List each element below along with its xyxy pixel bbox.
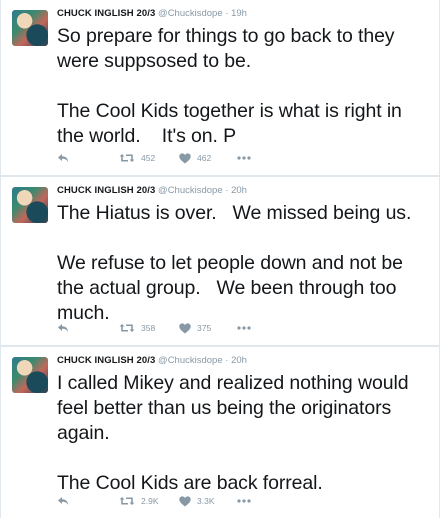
retweet-button[interactable]: 452 (119, 151, 155, 165)
timestamp[interactable]: 19h (231, 8, 247, 19)
more-button[interactable] (237, 321, 251, 335)
retweet-button[interactable]: 2.9K (119, 494, 159, 508)
timestamp[interactable]: 20h (231, 185, 247, 196)
more-dots-icon (237, 156, 251, 160)
more-dots-icon (237, 326, 251, 330)
retweet-count: 2.9K (141, 496, 159, 506)
tweet-text: So prepare for things to go back to they… (57, 25, 402, 147)
like-button[interactable]: 462 (179, 151, 211, 165)
tweet-header: CHUCK INGLISH 20/3 @Chuckisdope · 20h (57, 355, 247, 367)
more-dots-icon (237, 499, 251, 503)
tweet-actions: 452 462 (57, 151, 357, 165)
reply-icon (58, 324, 68, 332)
retweet-count: 358 (141, 323, 156, 333)
like-count: 462 (197, 153, 212, 163)
avatar[interactable] (12, 10, 48, 46)
retweet-count: 452 (141, 153, 156, 163)
like-button[interactable]: 3.3K (179, 494, 215, 508)
more-button[interactable] (237, 494, 251, 508)
like-button[interactable]: 375 (179, 321, 211, 335)
reply-button[interactable] (57, 321, 69, 335)
reply-icon (58, 154, 68, 162)
tweet[interactable]: CHUCK INGLISH 20/3 @Chuckisdope · 20h I … (0, 346, 440, 518)
username[interactable]: @Chuckisdope (158, 8, 223, 19)
like-count: 3.3K (197, 496, 215, 506)
reply-button[interactable] (57, 151, 69, 165)
reply-icon (58, 497, 68, 505)
tweet[interactable]: CHUCK INGLISH 20/3 @Chuckisdope · 19h So… (0, 0, 440, 176)
display-name[interactable]: CHUCK INGLISH 20/3 (57, 185, 155, 196)
separator: · (225, 8, 229, 19)
tweet-actions: 358 375 (57, 321, 357, 335)
display-name[interactable]: CHUCK INGLISH 20/3 (57, 355, 155, 366)
tweet-header: CHUCK INGLISH 20/3 @Chuckisdope · 20h (57, 185, 247, 197)
retweet-button[interactable]: 358 (119, 321, 155, 335)
separator: · (225, 355, 229, 366)
tweet-header: CHUCK INGLISH 20/3 @Chuckisdope · 19h (57, 8, 247, 20)
tweet[interactable]: CHUCK INGLISH 20/3 @Chuckisdope · 20h Th… (0, 176, 440, 346)
heart-icon (179, 152, 191, 163)
separator: · (225, 185, 229, 196)
avatar[interactable] (12, 357, 48, 393)
username[interactable]: @Chuckisdope (158, 185, 223, 196)
tweet-text: The Hiatus is over. We missed being us. … (57, 202, 412, 324)
more-button[interactable] (237, 151, 251, 165)
reply-button[interactable] (57, 494, 69, 508)
like-count: 375 (197, 323, 212, 333)
tweet-actions: 2.9K 3.3K (57, 494, 357, 508)
retweet-icon (119, 324, 135, 332)
display-name[interactable]: CHUCK INGLISH 20/3 (57, 8, 155, 19)
retweet-icon (119, 497, 135, 505)
timestamp[interactable]: 20h (231, 355, 247, 366)
username[interactable]: @Chuckisdope (158, 355, 223, 366)
tweet-text: I called Mikey and realized nothing woul… (57, 372, 409, 494)
avatar[interactable] (12, 187, 48, 223)
retweet-icon (119, 154, 135, 162)
heart-icon (179, 322, 191, 333)
heart-icon (179, 495, 191, 506)
